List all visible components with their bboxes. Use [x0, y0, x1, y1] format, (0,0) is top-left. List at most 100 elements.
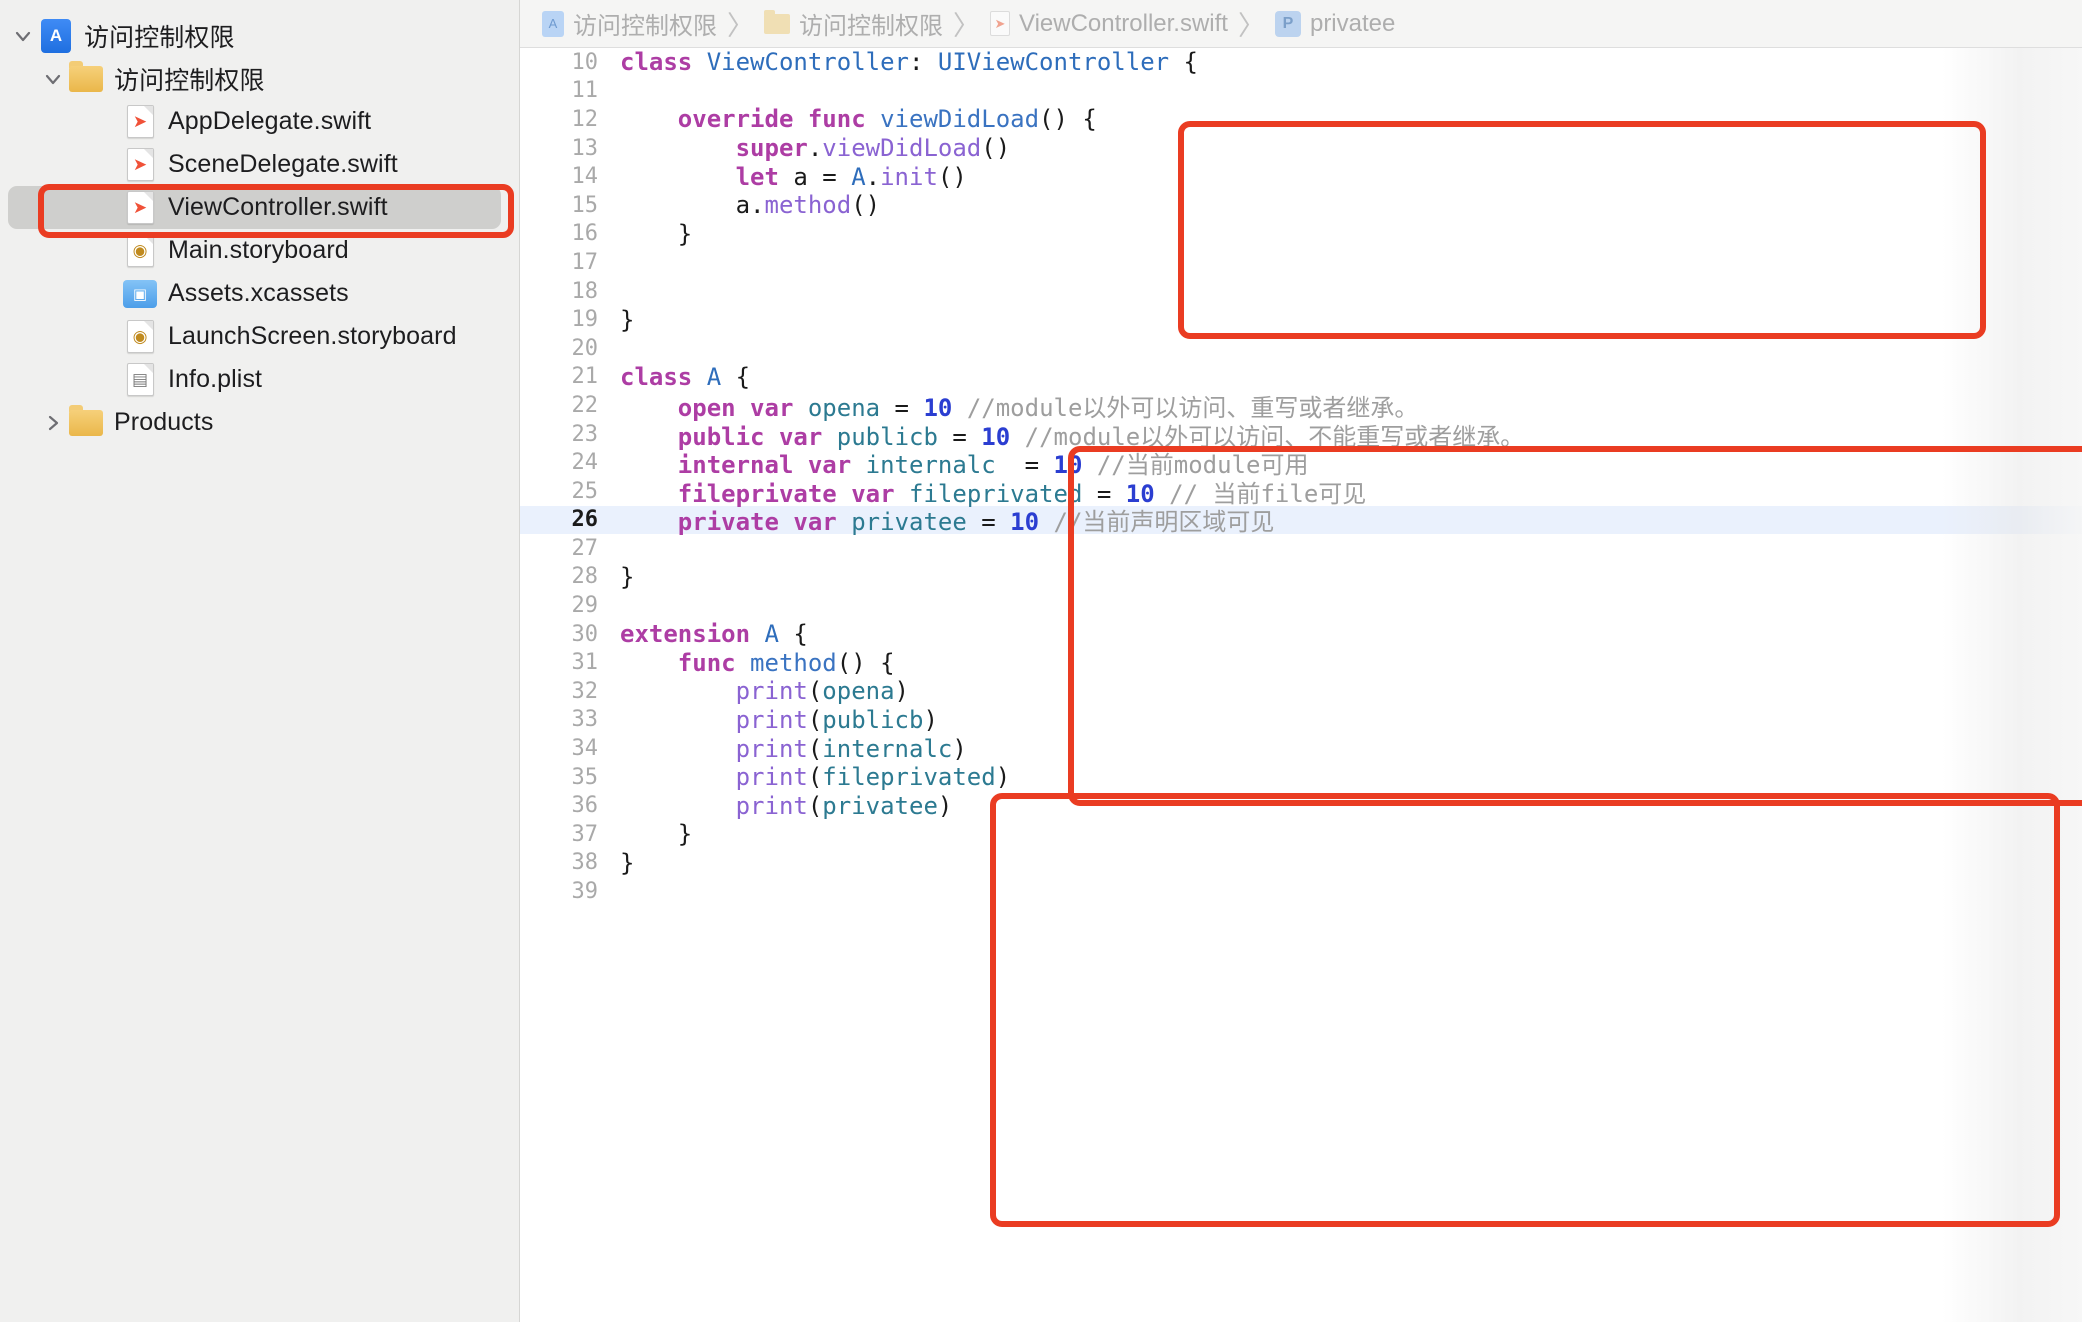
sidebar-item-appdelegate-swift[interactable]: ➤ AppDelegate.swift: [0, 100, 519, 143]
code-token: UIViewController: [937, 48, 1170, 77]
sidebar-item-label: Products: [114, 408, 214, 436]
code-token: class: [620, 48, 693, 77]
breadcrumb-item-1[interactable]: A 访问控制权限: [542, 6, 717, 41]
code-line[interactable]: 30 extension A {: [520, 620, 2082, 649]
code-line[interactable]: 19}: [520, 305, 2082, 334]
code-token: privatee: [851, 508, 967, 537]
code-line[interactable]: 35 print(fileprivated): [520, 763, 2082, 792]
line-number: 38: [571, 850, 599, 876]
breadcrumb-item-3[interactable]: ➤ ViewController.swift: [990, 10, 1228, 38]
source-editor[interactable]: 10 class ViewController: UIViewController…: [520, 48, 2082, 1322]
breadcrumb-item-2[interactable]: 访问控制权限: [764, 6, 943, 41]
breadcrumb-bar[interactable]: A 访问控制权限〉访问控制权限〉 ➤ ViewController.swift 〉 Ppr…: [520, 0, 2082, 48]
code-line[interactable]: 21 class A {: [520, 363, 2082, 392]
line-number: 15: [571, 192, 599, 218]
sidebar-item-[interactable]: 访问控制权限: [0, 57, 519, 100]
code-token: print: [735, 734, 808, 763]
line-number: 24: [571, 450, 599, 476]
swift-file-icon: ➤: [122, 105, 158, 139]
code-line[interactable]: 13 super.viewDidLoad(): [520, 134, 2082, 163]
chevron-right-icon[interactable]: [38, 401, 68, 444]
code-line[interactable]: 34 print(internalc): [520, 734, 2082, 763]
chevron-down-icon[interactable]: [8, 14, 38, 57]
code-line[interactable]: 20: [520, 334, 2082, 363]
code-line[interactable]: 33 print(publicb): [520, 706, 2082, 735]
code-token: let: [735, 162, 779, 191]
code-token: () {: [1039, 105, 1097, 134]
code-token: method: [750, 648, 837, 677]
code-line[interactable]: 15 a.method(): [520, 191, 2082, 220]
code-token: a.: [620, 191, 765, 220]
code-line-text: let a = A.init(): [616, 163, 967, 191]
code-token: A: [764, 620, 779, 649]
code-line[interactable]: 22 open var opena = 10 //module以外可以访问、重写…: [520, 391, 2082, 422]
storyboard-file-icon: ◉: [122, 234, 158, 268]
code-line[interactable]: 24 internal var internalc = 10 //当前modul…: [520, 448, 2082, 479]
code-line[interactable]: 26 private var privatee = 10 //当前声明区域可见: [520, 505, 2082, 536]
code-line[interactable]: 36 print(privatee): [520, 791, 2082, 820]
line-number: 31: [571, 650, 599, 676]
line-number: 21: [571, 364, 599, 390]
code-line[interactable]: 23 public var publicb = 10 //module以外可以访…: [520, 420, 2082, 451]
sidebar-item-main-storyboard[interactable]: ◉ Main.storyboard: [0, 229, 519, 272]
code-token: A: [851, 162, 866, 191]
line-number: 19: [571, 307, 599, 333]
sidebar-item-products[interactable]: Products: [0, 401, 519, 444]
code-line[interactable]: 25 fileprivate var fileprivated = 10 // …: [520, 477, 2082, 508]
code-line[interactable]: 17: [520, 248, 2082, 277]
project-navigator-list: A 访问控制权限 访问控制权限 ➤ AppDelegate.swift ➤ SceneDel…: [0, 14, 519, 444]
breadcrumb-item-label: ViewController.swift: [1019, 9, 1228, 37]
code-line-text: private var privatee = 10 //当前声明区域可见: [616, 502, 1275, 537]
code-line[interactable]: 14 let a = A.init(): [520, 162, 2082, 191]
breadcrumb-item-label: 访问控制权限: [799, 13, 943, 40]
line-number: 32: [571, 678, 599, 704]
code-line-text: super.viewDidLoad(): [616, 134, 1011, 162]
code-line[interactable]: 12 override func viewDidLoad() {: [520, 105, 2082, 134]
code-line-text: a.method(): [616, 191, 881, 220]
code-line[interactable]: 37 }: [520, 820, 2082, 849]
swift-file-icon: ➤: [122, 148, 158, 182]
sidebar-item-assets-xcassets[interactable]: ▣ Assets.xcassets: [0, 272, 519, 315]
code-line[interactable]: 38}: [520, 849, 2082, 878]
code-token: ViewController: [706, 48, 909, 77]
line-number: 39: [571, 879, 599, 905]
breadcrumb-item-4[interactable]: Pprivatee: [1274, 10, 1395, 38]
sidebar-item-[interactable]: A 访问控制权限: [0, 14, 519, 57]
code-line[interactable]: 10 class ViewController: UIViewController…: [520, 48, 2082, 77]
swift-file-icon: ➤: [990, 11, 1010, 36]
sidebar-item-launchscreen-storyboard[interactable]: ◉ LaunchScreen.storyboard: [0, 315, 519, 358]
code-token: viewDidLoad: [880, 105, 1040, 134]
code-line[interactable]: 39: [520, 877, 2082, 906]
code-token: internalc: [822, 734, 953, 763]
sidebar-item-info-plist[interactable]: ▤ Info.plist: [0, 358, 519, 401]
code-line[interactable]: 31 func method() {: [520, 648, 2082, 677]
code-lines[interactable]: 10 class ViewController: UIViewController…: [520, 48, 2082, 906]
code-line[interactable]: 11: [520, 77, 2082, 106]
code-line[interactable]: 32 print(opena): [520, 677, 2082, 706]
code-line[interactable]: 28}: [520, 563, 2082, 592]
code-line[interactable]: 18: [520, 277, 2082, 306]
code-token: ): [952, 734, 967, 763]
line-number: 30: [571, 621, 599, 647]
code-line-text: extension A {: [616, 620, 808, 648]
sidebar-item-scenedelegate-swift[interactable]: ➤ SceneDelegate.swift: [0, 143, 519, 186]
code-line[interactable]: 16 }: [520, 220, 2082, 249]
code-token: publicb: [822, 705, 924, 734]
sidebar-item-viewcontroller-swift[interactable]: ➤ ViewController.swift: [8, 186, 501, 229]
plist-file-icon: ▤: [122, 363, 158, 397]
swift-file-icon: ➤: [122, 191, 158, 225]
code-token: var: [793, 508, 837, 537]
code-line[interactable]: 29: [520, 591, 2082, 620]
chevron-down-icon[interactable]: [38, 57, 68, 100]
code-token: {: [1169, 48, 1198, 77]
sidebar-item-label: SceneDelegate.swift: [168, 150, 398, 178]
code-line[interactable]: 27: [520, 534, 2082, 563]
